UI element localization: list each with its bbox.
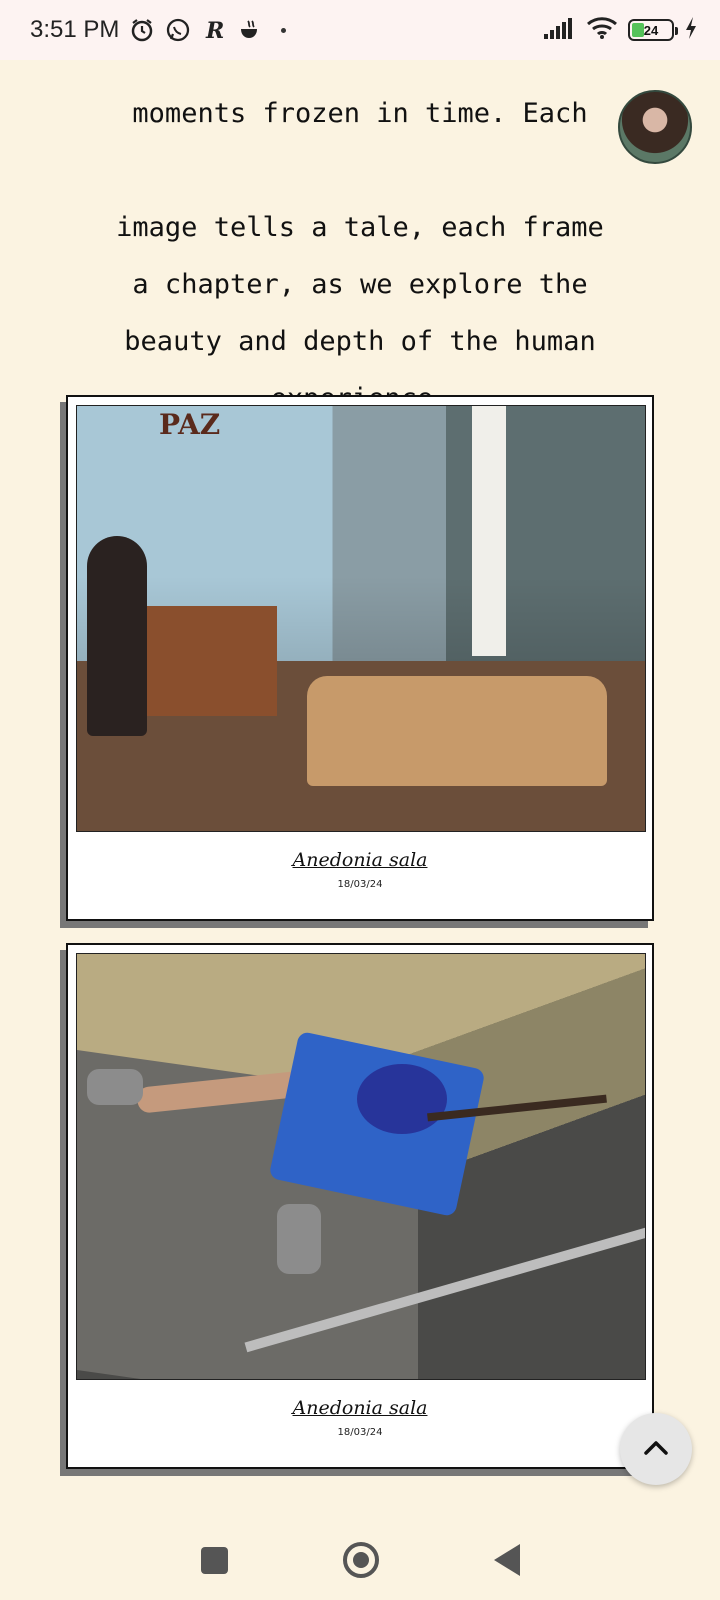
recents-square-icon[interactable]: [200, 1546, 228, 1574]
photo-image[interactable]: [76, 953, 646, 1380]
charging-icon: [684, 16, 698, 44]
photo-wall-sign: PAZ: [159, 408, 221, 441]
status-time: 3:51 PM: [30, 16, 120, 43]
photo-caption: Anedonia sala: [292, 849, 428, 871]
photo-pillar: [472, 406, 506, 656]
chevron-up-icon: [643, 1438, 669, 1460]
wifi-icon: [586, 16, 618, 44]
alarm-icon: [129, 17, 155, 43]
scroll-to-top-button[interactable]: [620, 1413, 692, 1485]
teacup-icon: [237, 17, 263, 43]
photo-shoe: [87, 1069, 143, 1105]
home-circle-icon[interactable]: [342, 1542, 379, 1578]
signal-icon: [542, 16, 576, 44]
photo-shoe: [277, 1204, 321, 1274]
notification-dot-icon: [281, 27, 287, 33]
photo-card[interactable]: Anedonia sala 18/03/24: [66, 943, 654, 1469]
photo-sofa: [307, 676, 607, 786]
photo-person: [87, 536, 147, 736]
back-triangle-icon[interactable]: [493, 1544, 520, 1576]
photo-caption: Anedonia sala: [292, 1397, 428, 1419]
photo-date: 18/03/24: [337, 879, 383, 890]
photo-guitar: [357, 1064, 447, 1134]
status-bar: 3:51 PM R 24: [0, 0, 720, 60]
avatar[interactable]: [618, 90, 692, 164]
intro-paragraph: image tells a tale, each frame a chapter…: [116, 212, 604, 414]
photo-card[interactable]: PAZ Anedonia sala 18/03/24: [66, 395, 654, 921]
system-navigation-bar: [0, 1520, 720, 1600]
svg-text:R: R: [205, 18, 224, 43]
whatsapp-icon: [165, 17, 191, 43]
battery-icon: 24: [628, 19, 678, 41]
battery-level: 24: [643, 22, 659, 38]
photo-desk: [147, 606, 277, 716]
photo-image[interactable]: PAZ: [76, 405, 646, 832]
r-app-icon: R: [201, 17, 227, 44]
photo-date: 18/03/24: [337, 1427, 383, 1438]
intro-partial-line: moments frozen in time. Each: [132, 98, 588, 129]
